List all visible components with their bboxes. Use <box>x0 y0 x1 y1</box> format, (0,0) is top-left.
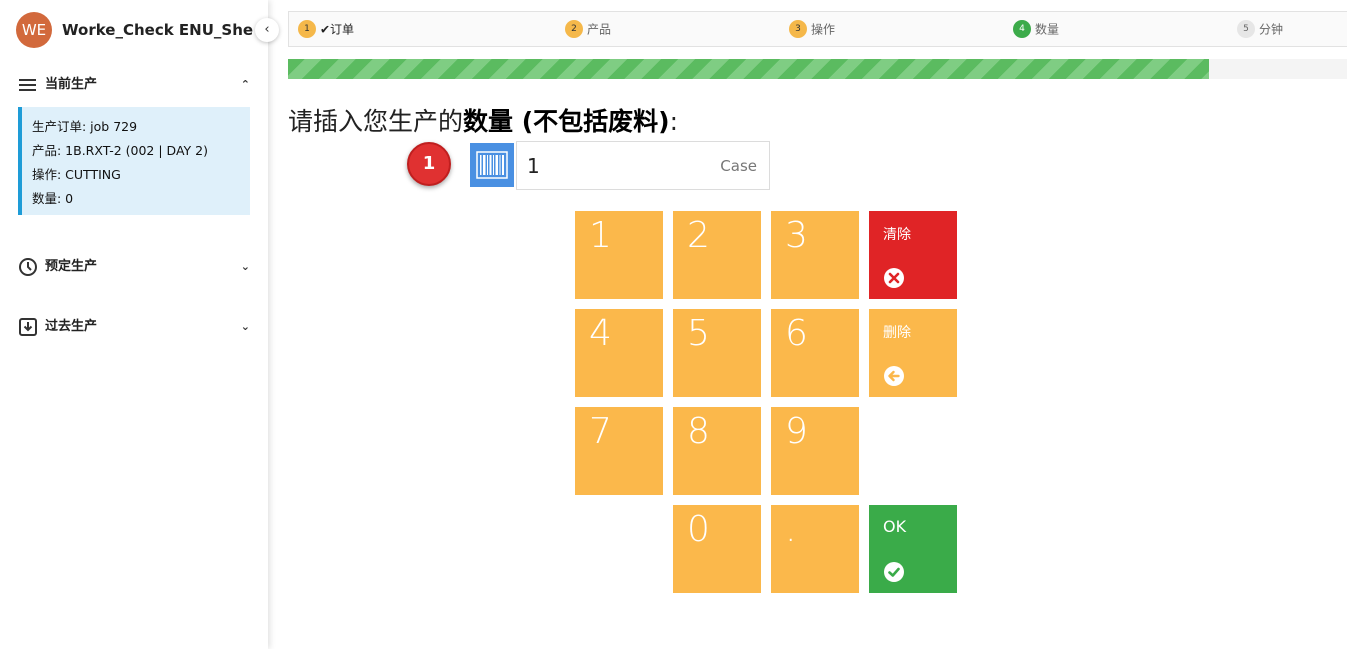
step-label: 操作 <box>811 22 836 37</box>
key-digit: 1 <box>589 215 612 256</box>
step-minutes[interactable]: 5 分钟 <box>1237 20 1283 40</box>
barcode-icon <box>476 151 508 179</box>
download-box-icon <box>19 318 37 336</box>
section-scheduled-production[interactable]: 预定生产 ⌄ <box>18 256 250 278</box>
clear-button[interactable]: 清除 <box>869 211 957 299</box>
current-product: 产品: 1B.RXT-2 (002 | DAY 2) <box>32 143 208 158</box>
key-digit: 5 <box>687 313 710 354</box>
step-number: 3 <box>789 20 807 38</box>
key-digit: 6 <box>785 313 808 354</box>
key-1[interactable]: 1 <box>575 211 663 299</box>
question-bold: 数量 (不包括废料) <box>463 107 670 136</box>
key-digit: . <box>785 509 797 550</box>
progress-bar <box>288 59 1347 79</box>
quantity-input[interactable]: 1 Case <box>516 141 770 190</box>
question-suffix: : <box>669 107 679 136</box>
current-production-card: 生产订单: job 729 产品: 1B.RXT-2 (002 | DAY 2)… <box>18 107 250 215</box>
key-digit: 9 <box>785 411 808 452</box>
section-label: 预定生产 <box>45 259 98 274</box>
barcode-scan-button[interactable] <box>470 143 514 187</box>
key-digit: 7 <box>589 411 612 452</box>
delete-label: 删除 <box>883 325 911 341</box>
key-decimal[interactable]: . <box>771 505 859 593</box>
clear-label: 清除 <box>883 227 911 243</box>
chevron-left-icon: ‹ <box>264 22 270 37</box>
current-order: 生产订单: job 729 <box>32 119 138 134</box>
key-8[interactable]: 8 <box>673 407 761 495</box>
quantity-unit: Case <box>720 157 757 175</box>
step-label: 数量 <box>1035 22 1060 37</box>
step-label: 分钟 <box>1259 22 1284 37</box>
step-number: 1 <box>298 20 316 38</box>
quantity-question: 请插入您生产的数量 (不包括废料): <box>288 102 678 138</box>
key-digit: 3 <box>785 215 808 256</box>
key-digit: 0 <box>687 509 710 550</box>
key-digit: 8 <box>687 411 710 452</box>
key-4[interactable]: 4 <box>575 309 663 397</box>
section-label: 过去生产 <box>45 319 98 334</box>
key-7[interactable]: 7 <box>575 407 663 495</box>
wizard-steps: 1 ✔订单 2 产品 3 操作 4 数量 5 分钟 <box>288 11 1347 47</box>
question-prefix: 请插入您生产的 <box>288 107 464 136</box>
menu-icon <box>19 79 36 91</box>
arrow-left-circle-icon <box>884 366 904 386</box>
step-number: 4 <box>1013 20 1031 38</box>
sidebar: WE Worke_Check ENU_She... 当前生产 ⌃ 生产订单: j… <box>0 0 268 649</box>
step-order[interactable]: 1 ✔订单 <box>298 20 354 40</box>
current-quantity: 数量: 0 <box>32 191 74 206</box>
delete-button[interactable]: 删除 <box>869 309 957 397</box>
avatar[interactable]: WE <box>16 12 52 48</box>
key-9[interactable]: 9 <box>771 407 859 495</box>
close-circle-icon <box>884 268 904 288</box>
key-6[interactable]: 6 <box>771 309 859 397</box>
chevron-down-icon: ⌄ <box>240 320 250 333</box>
key-0[interactable]: 0 <box>673 505 761 593</box>
step-label: 产品 <box>587 22 612 37</box>
sidebar-header: WE Worke_Check ENU_She... <box>16 12 256 48</box>
section-current-production[interactable]: 当前生产 ⌃ <box>18 74 250 96</box>
clock-icon <box>19 258 37 276</box>
key-digit: 4 <box>589 313 612 354</box>
key-2[interactable]: 2 <box>673 211 761 299</box>
key-digit: 2 <box>687 215 710 256</box>
ok-button[interactable]: OK <box>869 505 957 593</box>
ok-label: OK <box>883 517 907 536</box>
step-product[interactable]: 2 产品 <box>565 20 611 40</box>
key-5[interactable]: 5 <box>673 309 761 397</box>
current-operation: 操作: CUTTING <box>32 167 121 182</box>
step-badge: 1 <box>407 142 451 186</box>
chevron-down-icon: ⌄ <box>240 260 250 273</box>
check-circle-icon <box>884 562 904 582</box>
section-past-production[interactable]: 过去生产 ⌄ <box>18 316 250 338</box>
step-label: ✔订单 <box>320 22 355 37</box>
progress-fill <box>288 59 1210 79</box>
key-3[interactable]: 3 <box>771 211 859 299</box>
chevron-up-icon: ⌃ <box>240 78 250 91</box>
step-operation[interactable]: 3 操作 <box>789 20 835 40</box>
quantity-value: 1 <box>527 154 540 178</box>
collapse-sidebar-button[interactable]: ‹ <box>255 18 279 42</box>
section-label: 当前生产 <box>45 77 98 92</box>
step-number: 5 <box>1237 20 1255 38</box>
app-title: Worke_Check ENU_She... <box>62 21 254 39</box>
step-number: 2 <box>565 20 583 38</box>
step-quantity[interactable]: 4 数量 <box>1013 20 1059 40</box>
